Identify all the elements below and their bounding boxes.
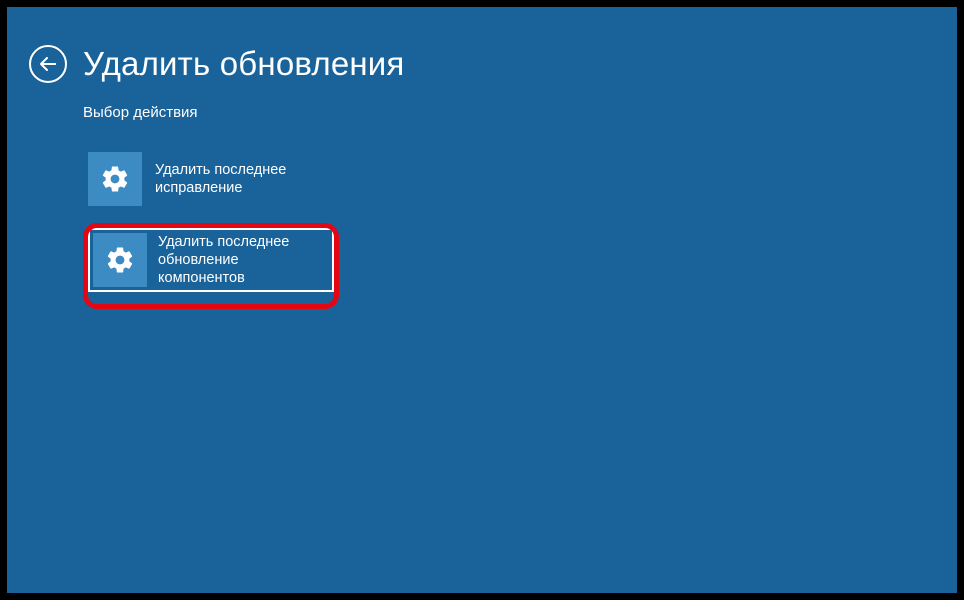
page-title: Удалить обновления <box>83 45 405 83</box>
gear-icon <box>93 233 147 287</box>
option-remove-feature-update[interactable]: Удалить последнее обновление компонентов <box>88 228 334 292</box>
header: Удалить обновления <box>29 45 405 83</box>
option-remove-quality-update[interactable]: Удалить последнее исправление <box>83 147 315 211</box>
recovery-screen: Удалить обновления Выбор действия Удалит… <box>0 0 964 600</box>
option-label: Удалить последнее обновление компонентов <box>150 233 332 287</box>
option-label: Удалить последнее исправление <box>147 161 315 197</box>
highlight-annotation: Удалить последнее обновление компонентов <box>83 223 339 309</box>
back-arrow-icon <box>40 57 56 71</box>
back-button[interactable] <box>29 45 67 83</box>
gear-icon <box>88 152 142 206</box>
options-list: Удалить последнее исправление Удалить по… <box>83 147 339 309</box>
page-subtitle: Выбор действия <box>83 104 198 121</box>
